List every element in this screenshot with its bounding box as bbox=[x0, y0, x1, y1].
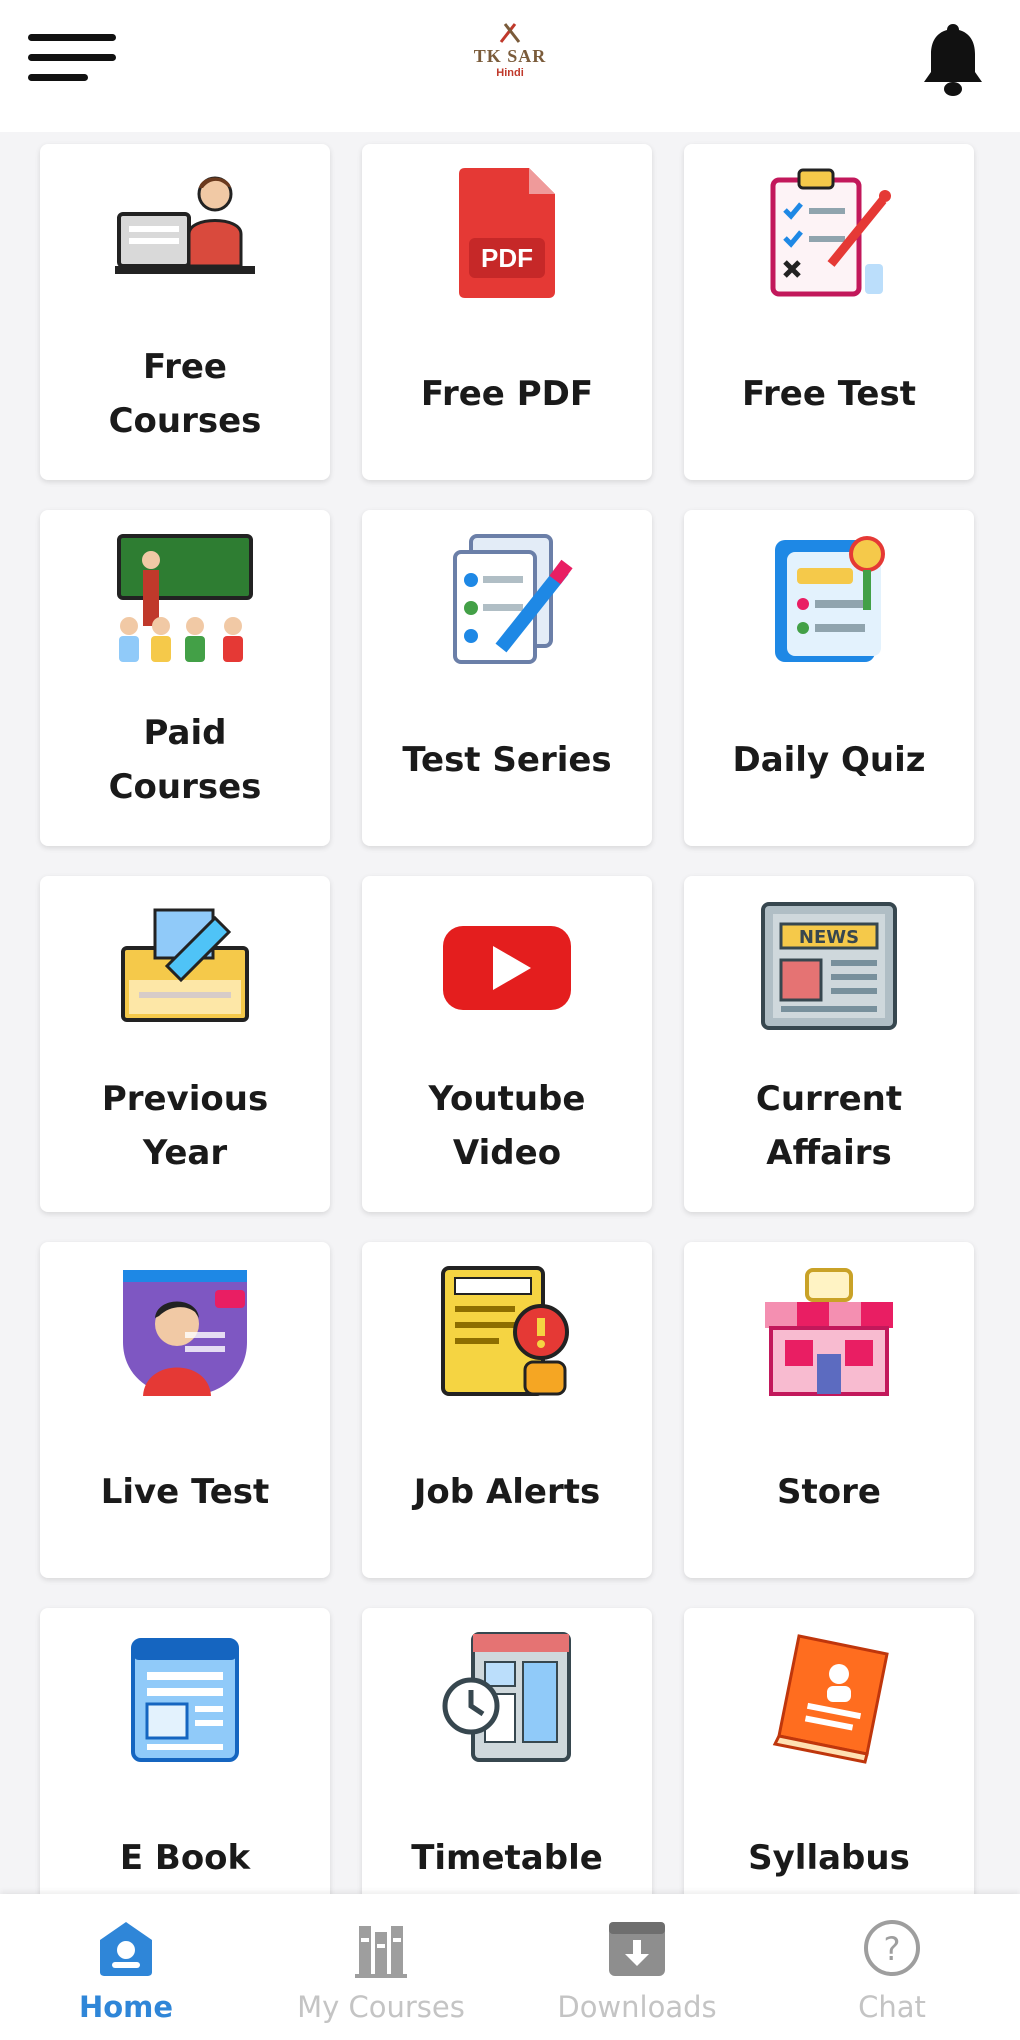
storefront-icon bbox=[765, 1268, 893, 1396]
tile-job-alerts[interactable]: Job Alerts bbox=[362, 1242, 652, 1578]
tile-label: Job Alerts bbox=[413, 1472, 601, 1512]
nav-label: Home bbox=[78, 1990, 174, 2024]
syllabus-book-icon bbox=[772, 1634, 889, 1764]
tile-daily-quiz[interactable]: Daily Quiz bbox=[684, 510, 974, 846]
tile-current-affairs[interactable]: NEWS Current Affairs bbox=[684, 876, 974, 1212]
nav-my-courses[interactable]: My Courses bbox=[281, 1894, 481, 2040]
newspaper-icon: NEWS bbox=[761, 902, 897, 1030]
tile-free-pdf[interactable]: PDF Free PDF bbox=[362, 144, 652, 480]
feature-grid: Free Courses PDF Free PDF Free Test Paid… bbox=[40, 144, 980, 1944]
tile-label: Test Series bbox=[402, 740, 612, 780]
tile-label: Live Test bbox=[100, 1472, 270, 1512]
tile-youtube-video[interactable]: Youtube Video bbox=[362, 876, 652, 1212]
test-paper-pencil-icon bbox=[453, 534, 573, 664]
live-person-icon bbox=[123, 1270, 247, 1396]
home-icon bbox=[100, 1922, 152, 1976]
tile-paid-courses[interactable]: Paid Courses bbox=[40, 510, 330, 846]
nav-label: Chat bbox=[858, 1990, 926, 2024]
youtube-play-icon bbox=[443, 926, 571, 1010]
quiz-document-icon bbox=[775, 536, 885, 662]
tile-test-series[interactable]: Test Series bbox=[362, 510, 652, 846]
tile-free-test[interactable]: Free Test bbox=[684, 144, 974, 480]
tile-label: Youtube Video bbox=[428, 1079, 586, 1173]
teacher-computer-icon bbox=[115, 176, 255, 274]
logo-text: TK SAR bbox=[473, 46, 547, 66]
books-icon bbox=[355, 1926, 407, 1978]
tile-label: Paid Courses bbox=[108, 713, 262, 807]
tile-label: Free Courses bbox=[108, 347, 262, 441]
tile-live-test[interactable]: Live Test bbox=[40, 1242, 330, 1578]
nav-label: Downloads bbox=[557, 1990, 717, 2024]
nav-home[interactable]: Home bbox=[26, 1894, 226, 2040]
top-app-bar: TK SAR Hindi bbox=[0, 0, 1020, 132]
tile-free-courses[interactable]: Free Courses bbox=[40, 144, 330, 480]
crossed-pens-logo-icon bbox=[499, 23, 521, 43]
download-icon bbox=[609, 1922, 665, 1976]
logo-subtext: Hindi bbox=[496, 67, 524, 79]
tile-label: Store bbox=[777, 1472, 881, 1512]
tile-previous-year[interactable]: Previous Year bbox=[40, 876, 330, 1212]
tile-label: Previous Year bbox=[101, 1079, 269, 1173]
archive-box-icon bbox=[121, 908, 249, 1022]
timetable-clock-icon bbox=[442, 1632, 571, 1762]
tile-label: Free Test bbox=[741, 374, 916, 414]
tile-store[interactable]: Store bbox=[684, 1242, 974, 1578]
checklist-clipboard-icon bbox=[770, 168, 891, 297]
nav-chat[interactable]: ? Chat bbox=[792, 1894, 992, 2040]
nav-label: My Courses bbox=[297, 1990, 465, 2024]
svg-text:PDF: PDF bbox=[481, 243, 533, 273]
ebook-icon bbox=[131, 1638, 239, 1762]
bell-icon[interactable] bbox=[920, 20, 986, 98]
svg-text:NEWS: NEWS bbox=[799, 927, 859, 948]
help-chat-icon: ? bbox=[864, 1920, 920, 1976]
hamburger-menu-icon[interactable] bbox=[28, 32, 118, 86]
pdf-file-icon: PDF bbox=[459, 168, 555, 298]
svg-text:?: ? bbox=[884, 1930, 901, 1968]
tile-label: Free PDF bbox=[420, 374, 594, 414]
tile-label: Current Affairs bbox=[755, 1079, 903, 1173]
classroom-icon bbox=[117, 534, 253, 662]
bottom-navigation: Home My Courses Downloads ? Chat bbox=[0, 1894, 1020, 2040]
tile-label: Daily Quiz bbox=[732, 740, 926, 780]
app-logo: TK SAR Hindi bbox=[450, 22, 570, 98]
nav-downloads[interactable]: Downloads bbox=[537, 1894, 737, 2040]
job-alert-icon bbox=[441, 1266, 569, 1396]
